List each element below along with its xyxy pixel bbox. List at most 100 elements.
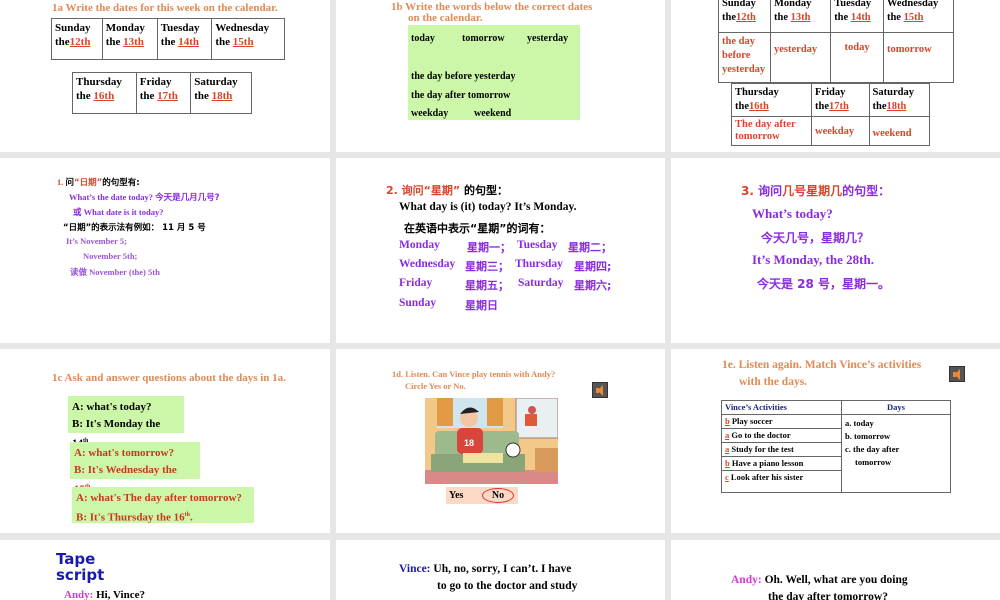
shirt-number: 18	[464, 438, 474, 448]
activity-row: b Have a piano lesson	[721, 456, 842, 471]
calendar-answer-table-week: Sunday the12th Monday the 13th Tuesday the …	[718, 0, 955, 83]
word-yesterday: yesterday	[527, 33, 569, 44]
weekday-cn: 星期二；	[568, 241, 612, 254]
no-option-circled[interactable]: No	[482, 488, 514, 503]
calendar-cell: Thursday the16th	[731, 83, 812, 117]
heading: 1. 问“日期”的句型有:	[57, 177, 140, 188]
slide-title: 1e. Listen again. Match Vince’s activiti…	[722, 359, 922, 371]
dialog-line: A: what's tomorrow?	[74, 447, 175, 459]
text-line: 或 What date is it today?	[73, 207, 164, 218]
calendar-cell: Saturday the18th	[868, 83, 931, 117]
answer-cell: yesterday	[769, 32, 832, 83]
script-line: Andy: Oh. Well, what are you doing	[731, 574, 908, 586]
dialog-box-2: A: what's tomorrow? B: It's Wednesday th…	[70, 442, 200, 496]
days-options: a. today b. tomorrow c. the day after tomor…	[841, 414, 951, 493]
weekday-en: Monday	[399, 239, 440, 251]
dialog-box-1: A: what's today? B: It's Monday the 14th…	[68, 396, 184, 450]
slide-title: 1a Write the dates for this week on the …	[52, 2, 278, 14]
yes-option[interactable]: Yes	[449, 490, 463, 501]
column-header-activities: Vince’s Activities	[721, 400, 842, 415]
slide-thumbnail-9[interactable]: 1e. Listen again. Match Vince’s activiti…	[671, 349, 1000, 533]
calendar-cell: Friday the17th	[811, 83, 870, 117]
calendar-cell: Tuesday the 14th	[156, 18, 213, 60]
script-line: Andy: Hi, Vince?	[64, 589, 145, 600]
answer-cell: today	[830, 32, 884, 83]
text-line: It’s Monday, the 28th.	[752, 252, 874, 267]
slide-title: 1d. Listen. Can Vince play tennis with A…	[392, 369, 556, 379]
text-line: 读做 November (the) 5th	[70, 267, 160, 278]
calendar-cell: Friday the 17th	[135, 72, 192, 114]
slide-thumbnail-10[interactable]: Tape script Andy: Hi, Vince?	[0, 540, 330, 600]
word-tomorrow: tomorrow	[462, 33, 505, 44]
word-today: today	[411, 33, 435, 44]
activity-row: a Go to the doctor	[721, 428, 842, 443]
tape-script-title: Tape script	[56, 550, 105, 584]
slide-thumbnail-2[interactable]: 1b Write the words below the correct dat…	[336, 0, 665, 152]
weekday-cn: 星期六;	[574, 279, 612, 292]
slide-thumbnail-8[interactable]: 1d. Listen. Can Vince play tennis with A…	[336, 349, 665, 533]
calendar-answer-table-weekend: Thursday the16th Friday the17th Saturday th…	[731, 83, 931, 146]
word-weekend: weekend	[474, 108, 512, 119]
weekday-en: Thursday	[515, 258, 563, 270]
dialog-line: B: It's Thursday the 16th.	[76, 511, 193, 524]
text-line: 今天是 28 号，星期一。	[757, 277, 891, 291]
text-line: “日期”的表示法有例如： 11 月 5 号	[63, 223, 206, 233]
slide-thumbnail-12[interactable]: Andy: Oh. Well, what are you doing the d…	[671, 540, 1000, 600]
activity-row: b Play soccer	[721, 414, 842, 429]
slide-title-line2: Circle Yes or No.	[405, 381, 466, 391]
script-line: Vince: Uh, no, sorry, I can’t. I have	[399, 563, 572, 575]
weekday-cn: 星期一；	[467, 241, 511, 254]
calendar-cell: Monday the 13th	[101, 18, 158, 60]
column-header-days: Days	[841, 400, 951, 415]
weekday-cn: 星期日	[465, 299, 498, 312]
slide-thumbnail-3[interactable]: Sunday the12th Monday the 13th Tuesday the …	[671, 0, 1000, 152]
weekday-en: Friday	[399, 277, 433, 289]
slide-thumbnail-6[interactable]: 3. 询问几号星期几的句型： What’s today? 今天几号，星期几？ I…	[671, 158, 1000, 343]
answer-cell: tomorrow	[882, 32, 955, 83]
script-line: the day after tomorrow?	[768, 591, 888, 600]
calendar-cell: Sunday the12th	[718, 0, 771, 33]
weekday-cn: 星期三；	[465, 260, 509, 273]
weekday-cn: 星期五；	[465, 279, 509, 292]
script-line: to go to the doctor and study	[437, 580, 578, 592]
calendar-cell: Saturday the 18th	[190, 72, 252, 114]
weekday-en: Tuesday	[517, 239, 558, 251]
dialog-box-3: A: what's The day after tomorrow? B: It'…	[72, 487, 254, 524]
weekday-en: Wednesday	[399, 258, 456, 270]
activity-row: c Look after his sister	[721, 470, 842, 493]
slide-title-line2: on the calendar.	[408, 12, 483, 24]
calendar-cell: Sunday the12th	[51, 18, 103, 60]
heading: 2. 询问“星期” 的句型：	[386, 184, 508, 197]
text-line: What’s today?	[752, 206, 833, 221]
calendar-cell: Thursday the 16th	[72, 72, 137, 114]
calendar-cell: Wednesday the 15th	[882, 0, 955, 33]
dialog-line: A: what's The day after tomorrow?	[76, 492, 242, 504]
slide-thumbnail-5[interactable]: 2. 询问“星期” 的句型： What day is (it) today? I…	[336, 158, 665, 343]
calendar-cell: Monday the 13th	[769, 0, 832, 33]
slide-thumbnail-1[interactable]: 1a Write the dates for this week on the …	[0, 0, 330, 152]
word-weekday: weekday	[411, 108, 449, 119]
slide-thumbnail-4[interactable]: 1. 问“日期”的句型有: What’s the date today? 今天是…	[0, 158, 330, 343]
speaker-audio-icon[interactable]	[592, 382, 608, 398]
text-line: What’s the date today? 今天是几月几号?	[69, 192, 220, 203]
slide-thumbnail-11[interactable]: Vince: Uh, no, sorry, I can’t. I have to…	[336, 540, 665, 600]
vince-on-sofa-illustration: 18	[425, 398, 558, 484]
slide-thumbnail-7[interactable]: 1c Ask and answer questions about the da…	[0, 349, 330, 533]
speaker-audio-icon[interactable]	[949, 366, 965, 382]
weekday-en: Saturday	[518, 277, 564, 289]
weekday-cn: 星期四;	[574, 260, 612, 273]
word-day-after-tomorrow: the day after tomorrow	[411, 90, 511, 101]
activity-row: a Study for the test	[721, 442, 842, 457]
calendar-table-weekend: Thursday the 16th Friday the 17th Saturday…	[72, 72, 252, 114]
calendar-cell: Tuesday the 14th	[830, 0, 884, 33]
answer-cell: The day after tomorrow	[731, 116, 812, 146]
calendar-table-week: Sunday the12th Monday the 13th Tuesday the …	[51, 18, 285, 60]
answer-cell: weekend	[868, 116, 931, 146]
weekday-en: Sunday	[399, 297, 437, 309]
text-line: November 5th;	[83, 251, 138, 261]
text-line: 在英语中表示“星期”的词有：	[404, 222, 551, 235]
word-day-before-yesterday: the day before yesterday	[411, 71, 516, 82]
word-bank-box: today tomorrow yesterday the day before …	[408, 25, 580, 120]
heading: 3. 询问几号星期几的句型：	[741, 184, 891, 198]
answer-cell: the day before yesterday	[718, 32, 771, 83]
